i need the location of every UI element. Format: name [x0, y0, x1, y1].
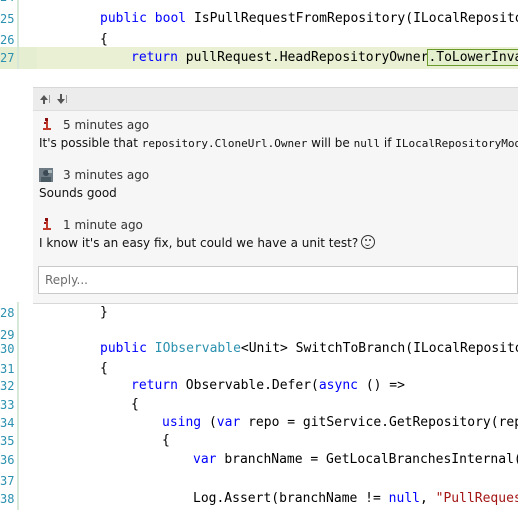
comment-text: I know it's an easy fix, but could we ha…: [39, 235, 518, 252]
comment-fragment: Sounds good: [39, 186, 117, 200]
code-token: {: [162, 433, 170, 448]
code-token: (: [208, 415, 217, 430]
code-line[interactable]: 38 Log.Assert(branchName != null, "PullRe…: [0, 488, 518, 510]
change-margin: [17, 8, 19, 30]
code-text: public IObservable<Unit> SwitchToBranch(…: [100, 338, 518, 360]
inline-code: ILocalRepositoryModel o: [395, 137, 518, 150]
code-text: var branchName = GetLocalBranchesInterna…: [193, 449, 518, 471]
previous-comment-icon[interactable]: [38, 91, 54, 107]
code-token: {: [100, 361, 108, 376]
code-token: {: [131, 397, 139, 412]
code-token: Observable.Defer(: [185, 378, 319, 393]
line-number: 30: [0, 342, 15, 356]
line-number: 24: [0, 0, 14, 8]
user-avatar-icon: [42, 117, 52, 131]
code-token: IsPullRequestFromRepository(ILocalReposi…: [193, 11, 518, 26]
code-token: public: [100, 341, 155, 356]
code-line[interactable]: 36 var branchName = GetLocalBranchesInter…: [0, 449, 518, 471]
user-avatar-icon: [42, 217, 52, 231]
code-token: ,: [419, 491, 436, 506]
line-number: 27: [0, 51, 15, 65]
code-token: var: [193, 452, 225, 467]
code-token: "PullRequest: [435, 491, 518, 506]
code-token: null: [388, 491, 420, 506]
code-token: () =>: [365, 378, 405, 393]
change-margin: [17, 338, 19, 360]
code-token: repo = gitService.GetRepository(repo: [248, 415, 518, 430]
code-token: branchName = GetLocalBranchesInternal(: [224, 452, 518, 467]
code-line[interactable]: 28}: [0, 302, 518, 324]
code-token: {: [100, 32, 108, 47]
code-line[interactable]: 25 public bool IsPullRequestFromRepositor…: [0, 8, 518, 30]
code-line[interactable]: 30 public IObservable<Unit> SwitchToBranc…: [0, 338, 518, 360]
line-number: 25: [0, 12, 15, 26]
code-token: <Unit> SwitchToBranch(ILocalReposito: [240, 341, 518, 356]
code-token: pullRequest.HeadRepositoryOwner: [185, 50, 429, 65]
code-token: var: [216, 415, 249, 430]
comment-timestamp: 5 minutes ago: [63, 118, 150, 132]
change-margin: [17, 0, 19, 8]
inline-code: repository.CloneUrl.Owner: [141, 137, 308, 150]
comment-timestamp: 1 minute ago: [63, 218, 143, 232]
inline-review-panel: 5 minutes ago It's possible that reposit…: [33, 87, 518, 304]
review-toolbar: [33, 88, 518, 111]
code-token: }: [100, 305, 108, 320]
smiley-icon: [361, 235, 376, 249]
next-comment-icon[interactable]: [55, 91, 71, 107]
inline-code: null: [353, 137, 381, 150]
line-number: 28: [0, 306, 15, 320]
line-number: 36: [0, 453, 15, 467]
comment-text: Sounds good: [39, 185, 518, 202]
code-token: Log.Assert(branchName !=: [193, 491, 389, 506]
user-avatar-icon: [39, 167, 53, 182]
code-token: return: [131, 378, 186, 393]
reply-placeholder: Reply...: [45, 273, 88, 287]
change-margin: [17, 47, 19, 69]
code-token: return: [131, 50, 186, 65]
code-token: public: [100, 11, 155, 26]
comment-fragment: will be: [307, 136, 354, 150]
code-token: IObservable: [154, 341, 241, 356]
code-text: Log.Assert(branchName != null, "PullRequ…: [193, 488, 518, 510]
code-token: using: [162, 415, 209, 430]
code-text: }: [100, 302, 108, 324]
code-line[interactable]: 27 return pullRequest.HeadRepositoryOwner…: [0, 47, 518, 69]
highlighted-token: .ToLowerInva: [427, 49, 518, 66]
code-line[interactable]: 24: [0, 0, 518, 8]
comment-text: It's possible that repository.CloneUrl.O…: [39, 135, 518, 152]
comment-timestamp: 3 minutes ago: [63, 168, 150, 182]
code-text: return pullRequest.HeadRepositoryOwner.T…: [131, 47, 518, 69]
change-margin: [17, 449, 19, 471]
code-token: async: [318, 378, 366, 393]
change-margin: [17, 488, 19, 510]
code-text: public bool IsPullRequestFromRepository(…: [100, 8, 518, 30]
line-number: 38: [0, 492, 15, 506]
comment-fragment: if: [380, 136, 396, 150]
comment-fragment: I know it's an easy fix, but could we ha…: [39, 236, 359, 250]
comment-fragment: It's possible that: [39, 136, 142, 150]
code-token: bool: [154, 11, 194, 26]
reply-input[interactable]: Reply...: [38, 266, 518, 294]
change-margin: [17, 302, 19, 324]
